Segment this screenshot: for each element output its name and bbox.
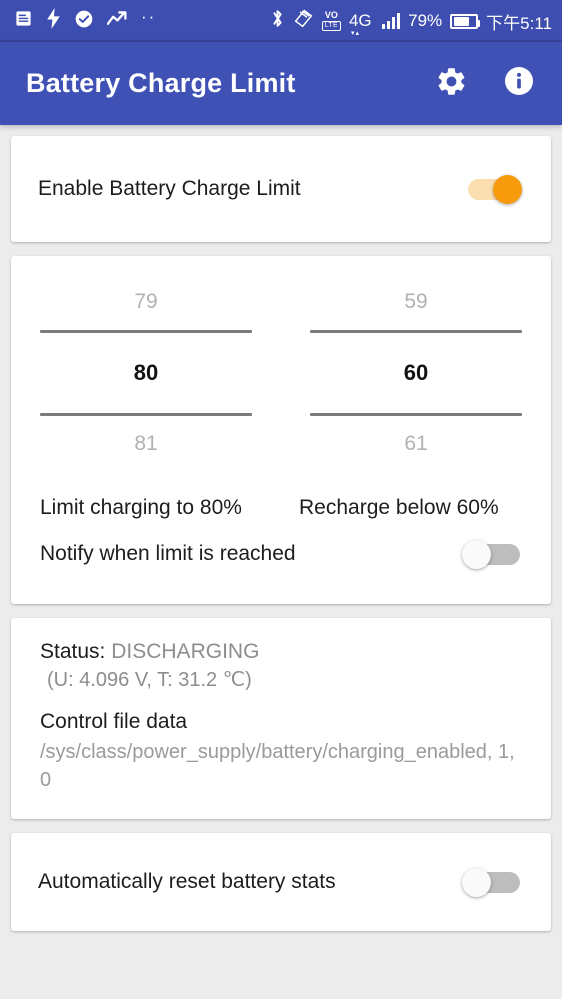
number-pickers: 79 80 81 59 60 61 xyxy=(11,274,551,472)
recharge-picker-next-value[interactable]: 61 xyxy=(310,416,522,472)
auto-reset-battery-stats-toggle[interactable] xyxy=(462,865,524,899)
notify-when-limit-reached-label: Notify when limit is reached xyxy=(40,542,296,565)
limit-charging-label: Limit charging to 80% xyxy=(40,496,242,519)
voltage-temperature-label: (U: 4.096 V, T: 31.2 ℃) xyxy=(47,669,252,691)
recharge-number-picker[interactable]: 59 60 61 xyxy=(281,274,551,472)
auto-reset-battery-stats-card: Automatically reset battery stats xyxy=(11,832,551,931)
auto-reset-battery-stats-row[interactable]: Automatically reset battery stats xyxy=(11,833,551,931)
battery-status-card: Status: DISCHARGING (U: 4.096 V, T: 31.2… xyxy=(11,618,551,819)
toggle-thumb xyxy=(462,867,491,897)
signal-bars-icon xyxy=(381,13,401,29)
page-title: Battery Charge Limit xyxy=(26,68,296,98)
lightning-bolt-icon xyxy=(46,8,61,34)
control-file-path-value: /sys/class/power_supply/battery/charging… xyxy=(40,741,515,792)
status-value-label: DISCHARGING xyxy=(111,640,260,663)
status-key-label: Status: xyxy=(40,640,106,663)
picker-labels: Limit charging to 80% Recharge below 60% xyxy=(11,472,551,520)
info-button[interactable] xyxy=(502,67,536,101)
status-bar-right-icons: VO LTE 4G ▾▴ 79% 下午5:11 xyxy=(270,8,552,37)
more-dots-icon: ·· xyxy=(141,7,157,26)
enable-charge-limit-toggle[interactable] xyxy=(462,172,524,206)
control-file-data-heading: Control file data xyxy=(40,710,188,733)
info-icon xyxy=(503,65,535,102)
battery-percent-label: 79% xyxy=(408,11,443,30)
recharge-picker-previous-value[interactable]: 59 xyxy=(310,274,522,330)
network-type-label: 4G ▾▴ xyxy=(348,11,372,37)
content-area: Enable Battery Charge Limit 79 80 81 59 … xyxy=(0,125,562,931)
app-bar: Battery Charge Limit xyxy=(0,42,562,125)
toggle-thumb xyxy=(493,175,522,204)
note-icon xyxy=(14,9,33,33)
recharge-below-label: Recharge below 60% xyxy=(299,496,499,519)
clock-label: 下午5:11 xyxy=(486,13,552,33)
trending-up-icon xyxy=(106,10,128,32)
recharge-picker-selected-value[interactable]: 60 xyxy=(310,333,522,413)
app-bar-actions xyxy=(434,67,536,101)
auto-reset-battery-stats-label: Automatically reset battery stats xyxy=(38,869,336,893)
volte-icon: VO LTE xyxy=(321,11,341,31)
notify-when-limit-reached-toggle[interactable] xyxy=(462,537,524,571)
bluetooth-icon xyxy=(270,8,285,34)
settings-button[interactable] xyxy=(434,67,468,101)
status-bar: ·· VO LTE 4G ▾▴ 79% 下午5:11 xyxy=(0,0,562,42)
toggle-thumb xyxy=(462,540,491,569)
limit-number-picker[interactable]: 79 80 81 xyxy=(11,274,281,472)
limit-picker-next-value[interactable]: 81 xyxy=(40,416,252,472)
check-circle-icon xyxy=(74,9,94,34)
battery-icon xyxy=(450,13,481,29)
notify-when-limit-reached-row[interactable]: Notify when limit is reached xyxy=(11,520,551,588)
charge-limit-settings-card: 79 80 81 59 60 61 Limit charging to 80% … xyxy=(11,256,551,604)
data-arrows-icon: ▾▴ xyxy=(350,30,360,37)
status-bar-left-icons: ·· xyxy=(14,8,156,34)
limit-picker-previous-value[interactable]: 79 xyxy=(40,274,252,330)
enable-charge-limit-card: Enable Battery Charge Limit xyxy=(11,136,551,242)
limit-picker-selected-value[interactable]: 80 xyxy=(40,333,252,413)
enable-charge-limit-label: Enable Battery Charge Limit xyxy=(38,177,301,200)
enable-charge-limit-row[interactable]: Enable Battery Charge Limit xyxy=(11,136,551,242)
screen-cast-icon xyxy=(293,8,314,34)
status-line: Status: DISCHARGING xyxy=(40,640,524,664)
gear-icon xyxy=(435,65,468,103)
